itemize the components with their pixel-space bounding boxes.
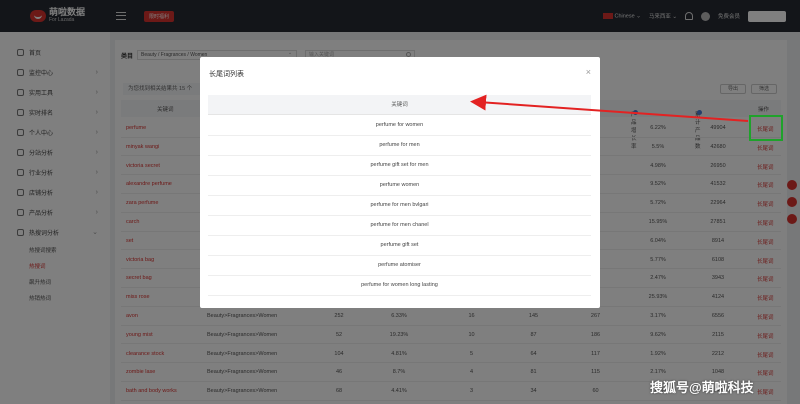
- longtail-modal: 长尾词列表 × 关键词 perfume for women perfume for…: [200, 57, 600, 308]
- modal-table-row: perfume for men chanel: [208, 216, 591, 236]
- modal-table-row: perfume for women: [208, 116, 591, 136]
- watermark: 搜狐号@萌啦科技: [650, 380, 754, 395]
- modal-table-row: perfume gift set: [208, 236, 591, 256]
- modal-title: 长尾词列表: [209, 71, 244, 78]
- highlight-box: [749, 115, 783, 141]
- modal-table-row: perfume for men bvlgari: [208, 196, 591, 216]
- modal-table-row: perfume for women long lasting: [208, 276, 591, 296]
- modal-table-row: perfume atomiser: [208, 256, 591, 276]
- modal-table-header: 关键词: [208, 95, 591, 115]
- modal-table-row: perfume women: [208, 176, 591, 196]
- modal-table-row: perfume gift set for men: [208, 156, 591, 176]
- modal-table-row: perfume for men: [208, 136, 591, 156]
- close-icon[interactable]: ×: [586, 67, 591, 77]
